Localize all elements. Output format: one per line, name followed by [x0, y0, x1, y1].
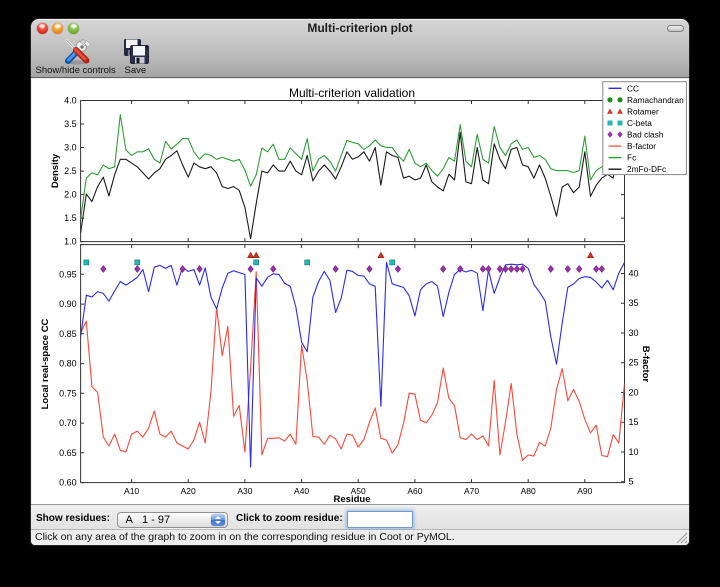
- svg-text:2mFo-DFc: 2mFo-DFc: [627, 164, 666, 174]
- svg-text:0.70: 0.70: [59, 418, 77, 428]
- svg-text:C-beta: C-beta: [627, 118, 652, 128]
- svg-text:A90: A90: [577, 486, 592, 496]
- svg-text:1.0: 1.0: [64, 237, 77, 247]
- svg-text:0.95: 0.95: [59, 269, 77, 279]
- svg-text:Fc: Fc: [627, 153, 636, 163]
- svg-text:A20: A20: [181, 486, 196, 496]
- svg-text:B-factor: B-factor: [627, 141, 656, 151]
- svg-text:5: 5: [629, 477, 634, 487]
- svg-text:A70: A70: [464, 486, 479, 496]
- svg-text:4.0: 4.0: [64, 96, 77, 106]
- svg-text:0.85: 0.85: [59, 329, 77, 339]
- svg-text:40: 40: [629, 269, 639, 279]
- svg-text:35: 35: [629, 298, 639, 308]
- svg-text:3.5: 3.5: [64, 119, 77, 129]
- svg-text:A80: A80: [521, 486, 536, 496]
- svg-text:Local real-space CC: Local real-space CC: [40, 318, 51, 409]
- svg-text:A10: A10: [124, 486, 139, 496]
- svg-text:0.65: 0.65: [59, 448, 77, 458]
- svg-text:A40: A40: [294, 486, 309, 496]
- svg-text:30: 30: [629, 328, 639, 338]
- svg-text:1.5: 1.5: [64, 213, 77, 223]
- svg-text:25: 25: [629, 358, 639, 368]
- svg-text:Residue: Residue: [334, 494, 371, 504]
- svg-text:15: 15: [629, 417, 639, 427]
- svg-text:Bad clash: Bad clash: [627, 130, 664, 140]
- svg-text:A60: A60: [407, 486, 422, 496]
- svg-text:Multi-criterion validation: Multi-criterion validation: [289, 86, 415, 100]
- svg-text:2.5: 2.5: [64, 166, 77, 176]
- svg-text:3.0: 3.0: [64, 143, 77, 153]
- svg-text:B-factor: B-factor: [640, 346, 651, 383]
- svg-text:10: 10: [629, 447, 639, 457]
- svg-text:Ramachandran: Ramachandran: [627, 95, 684, 105]
- svg-text:Density: Density: [50, 153, 61, 188]
- svg-text:20: 20: [629, 388, 639, 398]
- svg-text:0.90: 0.90: [59, 299, 77, 309]
- svg-text:2.0: 2.0: [64, 190, 77, 200]
- svg-text:Rotamer: Rotamer: [627, 106, 659, 116]
- svg-text:CC: CC: [627, 83, 639, 93]
- svg-text:0.60: 0.60: [59, 478, 77, 488]
- svg-text:0.75: 0.75: [59, 388, 77, 398]
- svg-text:0.80: 0.80: [59, 359, 77, 369]
- svg-text:A30: A30: [237, 486, 252, 496]
